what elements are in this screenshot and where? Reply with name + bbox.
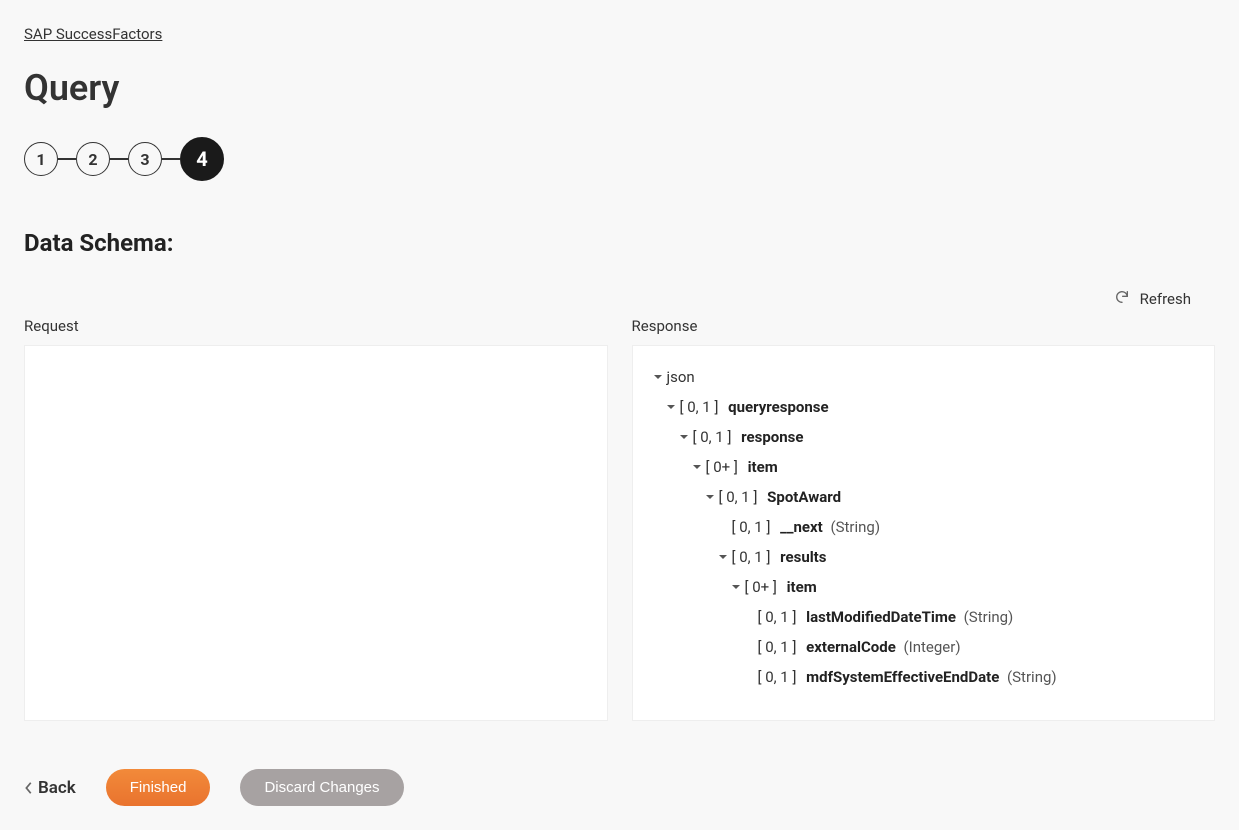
tree-node-cardinality: [ 0, 1 ] — [719, 488, 762, 506]
request-panel-label: Request — [24, 317, 608, 335]
stepper: 1234 — [24, 137, 1215, 181]
chevron-left-icon — [24, 781, 34, 795]
tree-node-cardinality: [ 0+ ] — [745, 578, 781, 596]
tree-node-name: externalCode — [806, 638, 896, 656]
back-button[interactable]: Back — [24, 778, 76, 798]
response-panel-label: Response — [632, 317, 1216, 335]
tree-node-type: (String) — [827, 518, 880, 536]
step-4[interactable]: 4 — [180, 137, 224, 181]
refresh-label: Refresh — [1140, 290, 1191, 308]
tree-node[interactable]: [ 0+ ] item — [649, 572, 1199, 602]
tree-node-name: queryresponse — [728, 398, 828, 416]
tree-node[interactable]: json — [649, 362, 1199, 392]
tree-node-type: (String) — [960, 608, 1013, 626]
tree-node[interactable]: [ 0+ ] item — [649, 452, 1199, 482]
tree-node-name: lastModifiedDateTime — [806, 608, 956, 626]
step-1[interactable]: 1 — [24, 142, 58, 176]
tree-node-name: item — [787, 578, 817, 596]
request-panel[interactable] — [24, 345, 608, 721]
tree-node-cardinality: [ 0, 1 ] — [758, 608, 801, 626]
tree-node: [ 0, 1 ] lastModifiedDateTime (String) — [649, 602, 1199, 632]
chevron-down-icon[interactable] — [688, 461, 706, 473]
section-title: Data Schema: — [24, 229, 1215, 257]
tree-node: [ 0, 1 ] __next (String) — [649, 512, 1199, 542]
breadcrumb[interactable]: SAP SuccessFactors — [24, 25, 162, 43]
tree-node-cardinality: [ 0, 1 ] — [758, 638, 801, 656]
finished-button[interactable]: Finished — [106, 769, 211, 806]
chevron-down-icon[interactable] — [714, 551, 732, 563]
tree-node-cardinality: [ 0, 1 ] — [680, 398, 723, 416]
tree-node-name: response — [741, 428, 803, 446]
refresh-icon — [1114, 289, 1130, 309]
tree-node: [ 0, 1 ] mdfSystemEffectiveEndDate (Stri… — [649, 662, 1199, 692]
tree-node-name: mdfSystemEffectiveEndDate — [806, 668, 999, 686]
page-title: Query — [24, 67, 1215, 109]
tree-node-type: (Integer) — [900, 638, 961, 656]
tree-node-name: json — [667, 368, 695, 386]
tree-node-type: (String) — [1003, 668, 1056, 686]
tree-node-name: results — [780, 548, 826, 566]
step-connector — [58, 158, 76, 160]
discard-changes-button[interactable]: Discard Changes — [240, 769, 403, 806]
chevron-down-icon[interactable] — [662, 401, 680, 413]
chevron-down-icon[interactable] — [675, 431, 693, 443]
tree-node[interactable]: [ 0, 1 ] queryresponse — [649, 392, 1199, 422]
tree-node: [ 0, 1 ] externalCode (Integer) — [649, 632, 1199, 662]
tree-node-cardinality: [ 0, 1 ] — [693, 428, 736, 446]
tree-node-name: __next — [780, 518, 823, 536]
tree-node[interactable]: [ 0, 1 ] SpotAward — [649, 482, 1199, 512]
tree-node-cardinality: [ 0, 1 ] — [732, 518, 775, 536]
step-connector — [162, 158, 180, 160]
chevron-down-icon[interactable] — [701, 491, 719, 503]
step-2[interactable]: 2 — [76, 142, 110, 176]
tree-node[interactable]: [ 0, 1 ] results — [649, 542, 1199, 572]
step-connector — [110, 158, 128, 160]
tree-node[interactable]: [ 0, 1 ] response — [649, 422, 1199, 452]
refresh-button[interactable]: Refresh — [1114, 289, 1191, 309]
tree-node-name: item — [748, 458, 778, 476]
tree-node-cardinality: [ 0, 1 ] — [732, 548, 775, 566]
response-panel[interactable]: json[ 0, 1 ] queryresponse[ 0, 1 ] respo… — [632, 345, 1216, 721]
back-label: Back — [38, 778, 76, 798]
step-3[interactable]: 3 — [128, 142, 162, 176]
tree-node-name: SpotAward — [767, 488, 841, 506]
chevron-down-icon[interactable] — [649, 371, 667, 383]
tree-node-cardinality: [ 0, 1 ] — [758, 668, 801, 686]
chevron-down-icon[interactable] — [727, 581, 745, 593]
tree-node-cardinality: [ 0+ ] — [706, 458, 742, 476]
